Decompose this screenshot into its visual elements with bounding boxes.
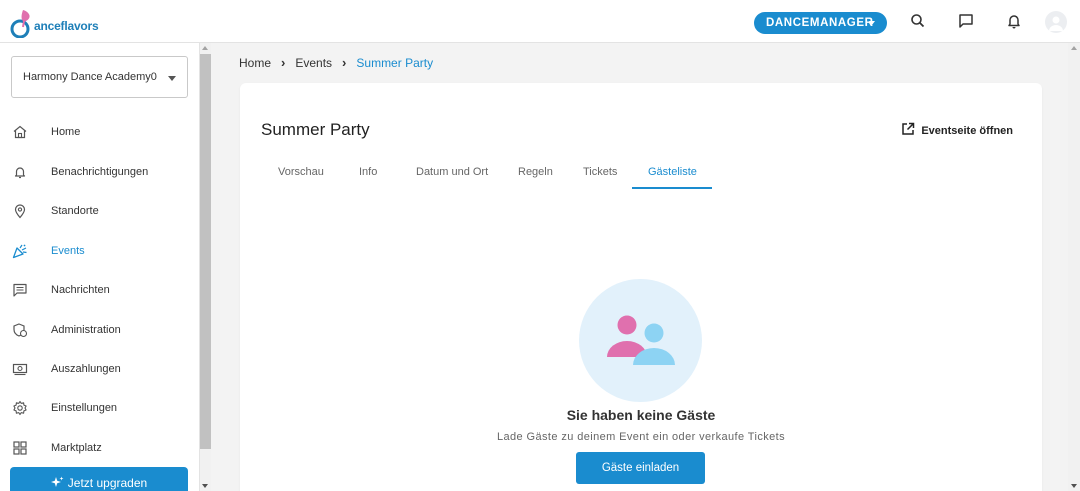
role-dropdown-button[interactable]: DANCEMANAGER bbox=[754, 12, 887, 34]
chevron-right-icon: › bbox=[281, 55, 286, 70]
sidebar-item-standorte[interactable]: Standorte bbox=[0, 195, 199, 227]
admin-shield-icon bbox=[12, 322, 28, 338]
logo[interactable]: anceflavors bbox=[10, 8, 99, 39]
breadcrumb-home[interactable]: Home bbox=[239, 56, 271, 70]
chevron-right-icon: › bbox=[342, 55, 347, 70]
sidebar-scrollbar-thumb[interactable] bbox=[200, 54, 211, 449]
guests-icon bbox=[607, 315, 675, 365]
sidebar-item-label: Administration bbox=[51, 324, 121, 336]
scroll-down-arrow-icon[interactable] bbox=[202, 484, 208, 488]
open-event-page-link[interactable]: Eventseite öffnen bbox=[901, 122, 1013, 139]
sidebar: Harmony Dance Academy0 Home Benachrichti… bbox=[0, 43, 200, 491]
empty-guests-illustration bbox=[579, 279, 702, 402]
bell-icon bbox=[12, 164, 28, 180]
empty-state-subtitle: Lade Gäste zu deinem Event ein oder verk… bbox=[496, 431, 785, 443]
sidebar-item-label: Marktplatz bbox=[51, 442, 102, 454]
tab-tickets[interactable]: Tickets bbox=[583, 166, 617, 178]
message-icon bbox=[12, 282, 28, 298]
cash-icon bbox=[12, 361, 28, 377]
sidebar-item-label: Home bbox=[51, 126, 81, 138]
sidebar-item-label: Standorte bbox=[51, 205, 99, 217]
tab-gaesteliste[interactable]: Gästeliste bbox=[648, 166, 697, 178]
scroll-up-arrow-icon[interactable] bbox=[1071, 46, 1077, 50]
upgrade-button-label: Jetzt upgraden bbox=[67, 476, 148, 490]
sidebar-item-label: Events bbox=[51, 245, 85, 257]
tab-regeln[interactable]: Regeln bbox=[518, 166, 553, 178]
sidebar-item-events[interactable]: Events bbox=[0, 235, 199, 267]
user-avatar[interactable] bbox=[1045, 11, 1067, 33]
scroll-up-arrow-icon[interactable] bbox=[202, 46, 208, 50]
breadcrumb-events[interactable]: Events bbox=[295, 56, 332, 70]
open-event-page-label: Eventseite öffnen bbox=[921, 124, 1013, 137]
sidebar-item-label: Nachrichten bbox=[51, 284, 110, 296]
empty-state-title: Sie haben keine Gäste bbox=[566, 407, 716, 423]
caret-down-icon bbox=[168, 76, 176, 81]
tab-datum-und-ort[interactable]: Datum und Ort bbox=[416, 166, 488, 178]
sidebar-item-administration[interactable]: Administration bbox=[0, 314, 199, 346]
breadcrumb: Home › Events › Summer Party bbox=[239, 55, 433, 70]
gear-icon bbox=[12, 400, 28, 416]
messages-icon[interactable] bbox=[957, 12, 975, 30]
role-dropdown-label: DANCEMANAGER bbox=[766, 17, 874, 29]
school-select[interactable]: Harmony Dance Academy0 bbox=[11, 56, 188, 98]
caret-down-icon bbox=[869, 21, 875, 25]
notifications-icon[interactable] bbox=[1005, 12, 1023, 30]
sidebar-item-label: Auszahlungen bbox=[51, 363, 121, 375]
sidebar-item-home[interactable]: Home bbox=[0, 116, 199, 148]
sidebar-item-marktplatz[interactable]: Marktplatz bbox=[0, 432, 199, 464]
sidebar-item-nachrichten[interactable]: Nachrichten bbox=[0, 274, 199, 306]
event-card: Summer Party Eventseite öffnen Vorschau … bbox=[240, 83, 1042, 491]
logo-text: anceflavors bbox=[34, 19, 99, 33]
party-popper-icon bbox=[12, 243, 28, 259]
main-scrollbar[interactable] bbox=[1068, 43, 1080, 491]
sidebar-item-label: Benachrichtigungen bbox=[51, 166, 149, 178]
sidebar-item-auszahlungen[interactable]: Auszahlungen bbox=[0, 353, 199, 385]
sidebar-item-benachrichtigungen[interactable]: Benachrichtigungen bbox=[0, 156, 199, 188]
sparkle-icon bbox=[50, 476, 64, 491]
invite-guests-button[interactable]: Gäste einladen bbox=[576, 452, 705, 484]
tab-info[interactable]: Info bbox=[359, 166, 377, 178]
breadcrumb-current: Summer Party bbox=[356, 55, 434, 70]
school-select-value: Harmony Dance Academy0 bbox=[23, 71, 157, 83]
upgrade-button[interactable]: Jetzt upgraden bbox=[10, 467, 188, 491]
search-icon[interactable] bbox=[909, 12, 927, 30]
scroll-down-arrow-icon[interactable] bbox=[1071, 484, 1077, 488]
top-bar: anceflavors DANCEMANAGER bbox=[0, 0, 1080, 43]
location-pin-icon bbox=[12, 203, 28, 219]
active-tab-indicator bbox=[632, 187, 712, 189]
page-title: Summer Party bbox=[261, 120, 370, 139]
sidebar-item-label: Einstellungen bbox=[51, 402, 118, 414]
external-link-icon bbox=[901, 122, 915, 139]
grid-icon bbox=[12, 440, 28, 456]
logo-icon bbox=[10, 8, 34, 39]
home-icon bbox=[12, 124, 28, 140]
tab-vorschau[interactable]: Vorschau bbox=[278, 166, 324, 178]
sidebar-item-einstellungen[interactable]: Einstellungen bbox=[0, 392, 199, 424]
